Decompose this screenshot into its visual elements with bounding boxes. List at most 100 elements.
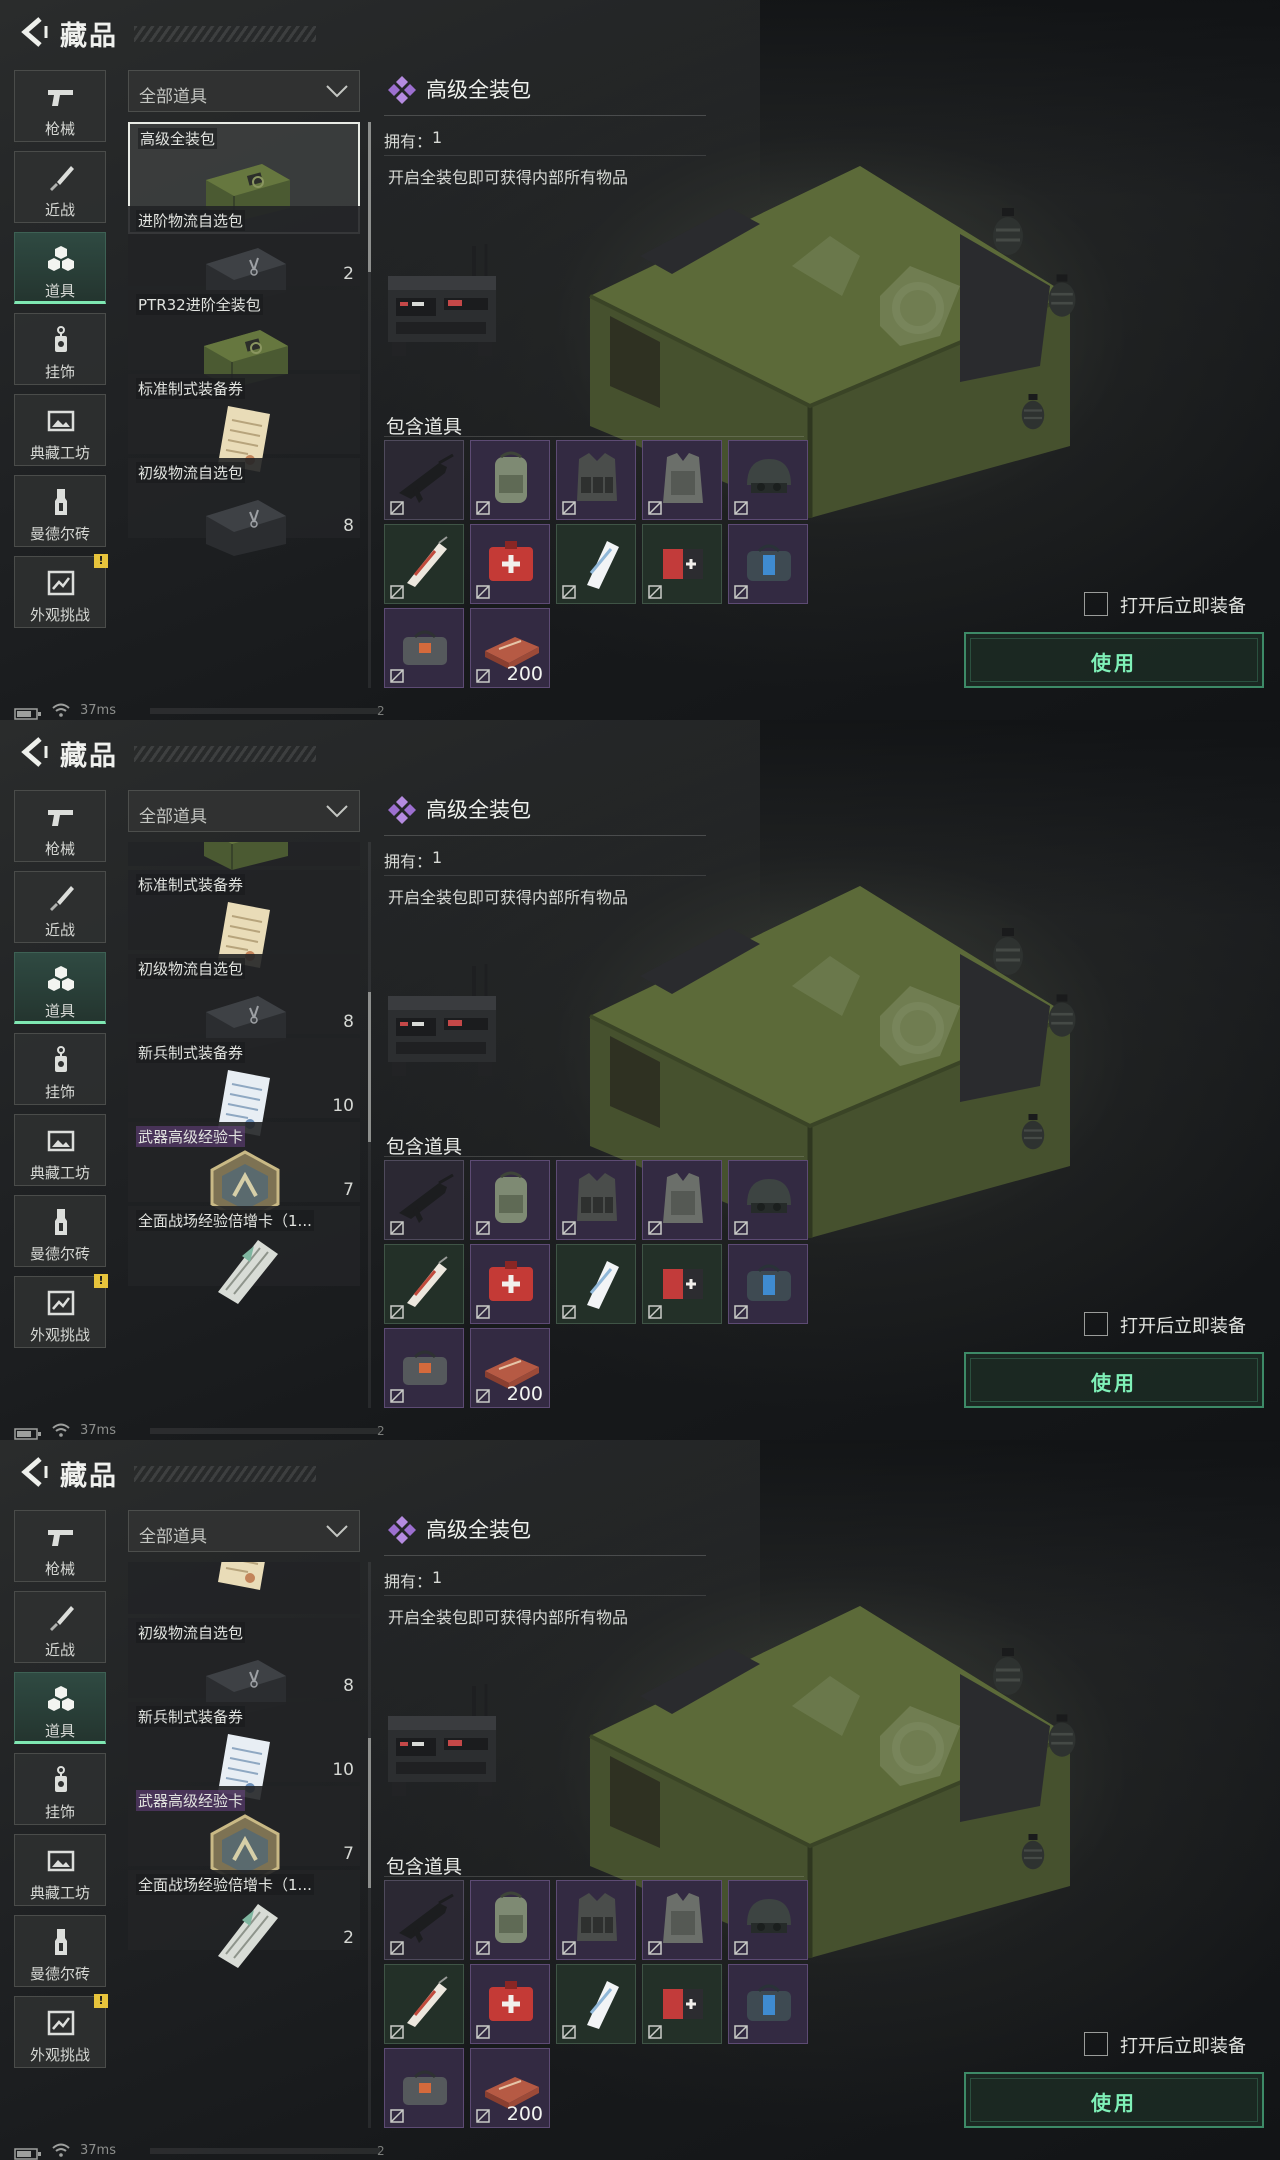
content-item-slot[interactable] [642, 1964, 722, 2044]
content-item-slot[interactable] [470, 524, 550, 604]
content-item-slot[interactable] [556, 1160, 636, 1240]
content-item-slot[interactable] [642, 1880, 722, 1960]
item-name: 高级全装包 [138, 128, 218, 149]
category-tab[interactable]: 枪械 [14, 790, 106, 862]
content-item-slot[interactable] [470, 1964, 550, 2044]
content-item-slot[interactable] [556, 1964, 636, 2044]
equip-after-open-checkbox[interactable] [1084, 1312, 1108, 1336]
item-card[interactable]: 标准制式装备券 [128, 870, 360, 968]
grenade-icon [1044, 1712, 1080, 1760]
category-tab[interactable]: 枪械 [14, 1510, 106, 1582]
item-card[interactable]: 全面战场经验倍增卡（1... 2 [128, 1870, 360, 1968]
content-item-slot[interactable] [642, 1160, 722, 1240]
item-card[interactable]: 新兵制式装备券 10 [128, 1038, 360, 1136]
content-item-slot[interactable]: 200 [470, 2048, 550, 2128]
category-tab[interactable]: 外观挑战! [14, 1994, 108, 2068]
content-item-slot[interactable]: 200 [470, 1328, 550, 1408]
category-tab[interactable]: 外观挑战! [14, 1274, 108, 1348]
content-item-slot[interactable] [556, 440, 636, 520]
item-list-scrollbar[interactable] [368, 842, 371, 1408]
item-card[interactable] [128, 1562, 360, 1614]
content-item-slot[interactable] [728, 1244, 808, 1324]
category-tab[interactable]: 枪械 [14, 70, 106, 142]
content-item-slot[interactable] [728, 524, 808, 604]
category-tab[interactable]: 典藏工坊 [14, 1114, 106, 1186]
category-tab[interactable]: 近战 [14, 151, 106, 223]
category-tab[interactable]: 道具 [14, 232, 106, 304]
paper-voucher-icon-graphic [218, 1562, 265, 1590]
category-tab[interactable]: 道具 [14, 952, 106, 1024]
bottom-progress-track [150, 2148, 380, 2154]
item-list-scrollbar[interactable] [368, 1562, 371, 2128]
category-tab[interactable]: 挂饰 [14, 1033, 106, 1105]
battery-icon [14, 2145, 42, 2160]
item-card[interactable]: 初级物流自选包 8 [128, 954, 360, 1052]
category-tab[interactable]: 典藏工坊 [14, 394, 106, 466]
category-tab[interactable]: 曼德尔砖 [14, 1195, 106, 1267]
category-tab[interactable]: 道具 [14, 1672, 106, 1744]
content-item-slot[interactable] [384, 2048, 464, 2128]
content-item-slot[interactable] [384, 1880, 464, 1960]
content-item-slot[interactable] [384, 524, 464, 604]
category-tab[interactable]: 外观挑战! [14, 554, 108, 628]
bind-lock-icon [475, 500, 491, 516]
bind-lock-icon-graphic [734, 585, 748, 599]
back-icon[interactable] [16, 14, 52, 50]
item-card[interactable]: 初级物流自选包 8 [128, 1618, 360, 1716]
content-item-slot[interactable] [556, 1244, 636, 1324]
item-card[interactable]: 标准制式装备券 [128, 374, 360, 472]
back-icon[interactable] [16, 734, 52, 770]
use-button[interactable]: 使用 [964, 632, 1264, 688]
content-item-slot[interactable] [556, 524, 636, 604]
scrollbar-thumb[interactable] [368, 992, 371, 1142]
category-tab[interactable]: 挂饰 [14, 313, 106, 385]
item-card[interactable]: 新兵制式装备券 10 [128, 1702, 360, 1800]
content-item-slot[interactable] [642, 524, 722, 604]
content-item-slot[interactable] [556, 1880, 636, 1960]
content-item-slot[interactable] [384, 1328, 464, 1408]
item-card[interactable]: PTR32进阶全装包 [128, 290, 360, 388]
content-item-slot[interactable] [470, 1244, 550, 1324]
item-card[interactable]: 进阶物流自选包 2 [128, 206, 360, 304]
content-item-slot[interactable] [384, 608, 464, 688]
item-list-scrollbar[interactable] [368, 122, 371, 688]
content-item-slot[interactable]: 200 [470, 608, 550, 688]
item-card[interactable]: 武器高级经验卡 7 [128, 1122, 360, 1224]
content-item-slot[interactable] [728, 1880, 808, 1960]
appearance-challenge-icon-graphic [47, 2010, 75, 2036]
content-item-slot[interactable] [470, 1160, 550, 1240]
content-item-slot[interactable] [470, 440, 550, 520]
item-card[interactable]: 初级物流自选包 8 [128, 458, 360, 556]
item-filter-dropdown[interactable]: 全部道具 [128, 1510, 360, 1552]
content-item-slot[interactable] [728, 1160, 808, 1240]
content-item-slot[interactable] [728, 440, 808, 520]
content-item-slot[interactable] [642, 440, 722, 520]
use-button[interactable]: 使用 [964, 1352, 1264, 1408]
item-filter-dropdown[interactable]: 全部道具 [128, 70, 360, 112]
scrollbar-thumb[interactable] [368, 122, 371, 272]
scrollbar-thumb[interactable] [368, 1738, 371, 1888]
item-card[interactable]: 武器高级经验卡 7 [128, 1786, 360, 1888]
equip-after-open-checkbox[interactable] [1084, 2032, 1108, 2056]
category-tab[interactable]: 近战 [14, 871, 106, 943]
back-icon[interactable] [16, 1454, 52, 1490]
content-item-slot[interactable] [470, 1880, 550, 1960]
content-item-slot[interactable] [384, 440, 464, 520]
content-item-slot[interactable] [384, 1964, 464, 2044]
ping-readout: 37ms [80, 703, 116, 718]
category-tab[interactable]: 近战 [14, 1591, 106, 1663]
category-tab[interactable]: 曼德尔砖 [14, 1915, 106, 1987]
category-tab[interactable]: 曼德尔砖 [14, 475, 106, 547]
item-filter-dropdown[interactable]: 全部道具 [128, 790, 360, 832]
category-tab[interactable]: 典藏工坊 [14, 1834, 106, 1906]
content-item-slot[interactable] [728, 1964, 808, 2044]
exp-multiplier-card-icon [198, 1896, 292, 1972]
use-button[interactable]: 使用 [964, 2072, 1264, 2128]
content-item-slot[interactable] [384, 1160, 464, 1240]
category-tab[interactable]: 挂饰 [14, 1753, 106, 1825]
equip-after-open-checkbox[interactable] [1084, 592, 1108, 616]
content-item-slot[interactable] [642, 1244, 722, 1324]
item-card[interactable] [128, 842, 360, 870]
content-item-slot[interactable] [384, 1244, 464, 1324]
item-card[interactable]: 全面战场经验倍增卡（1... [128, 1206, 360, 1304]
